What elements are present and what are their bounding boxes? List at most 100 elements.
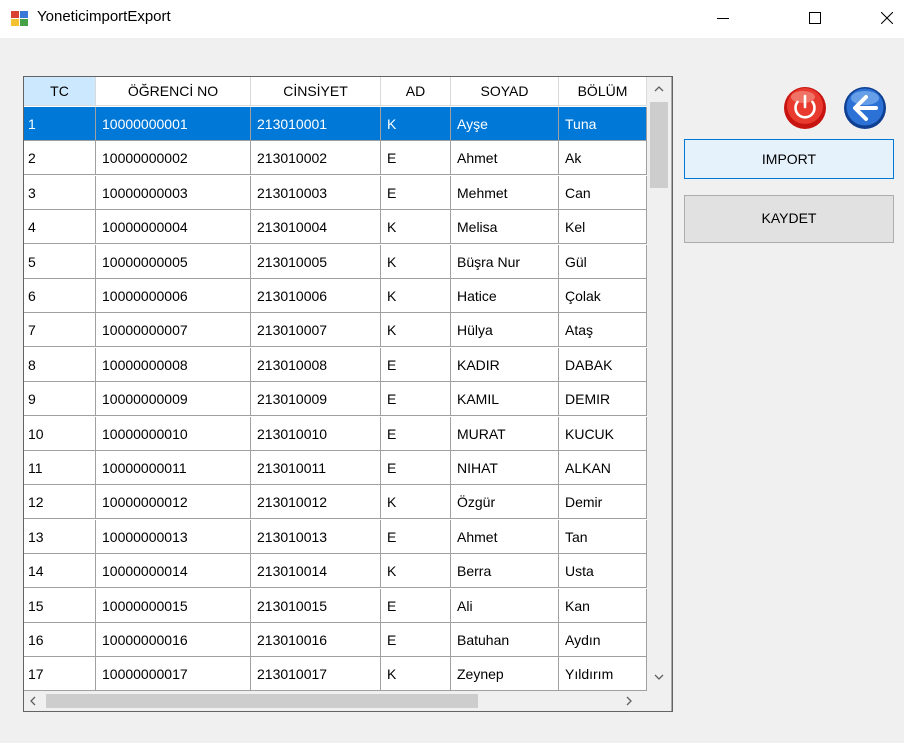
table-cell[interactable]: Usta [559,554,647,589]
table-row[interactable]: 10 10000000010 213010010 E MURAT KUCUK [24,416,647,451]
table-cell[interactable]: Hatice [451,279,559,313]
table-cell[interactable]: E [381,623,451,657]
table-cell[interactable]: K [381,244,451,279]
table-row[interactable]: 8 10000000008 213010008 E KADIR DABAK [24,347,647,382]
table-cell[interactable]: 2 [24,141,96,176]
table-cell[interactable]: Tuna [559,107,647,141]
table-cell[interactable]: 10000000014 [96,554,251,589]
table-cell[interactable]: ALKAN [559,451,647,485]
table-cell[interactable]: NIHAT [451,451,559,485]
table-cell[interactable]: 3 [24,175,96,210]
table-cell[interactable]: Tan [559,519,647,554]
table-cell[interactable]: 10000000008 [96,347,251,382]
table-cell[interactable]: Ataş [559,313,647,348]
table-row[interactable]: 15 10000000015 213010015 E Ali Kan [24,588,647,623]
column-header[interactable]: AD [381,77,451,106]
table-cell[interactable]: K [381,554,451,589]
table-cell[interactable]: 10000000016 [96,623,251,657]
table-cell[interactable]: 10000000010 [96,416,251,451]
table-cell[interactable]: Çolak [559,279,647,313]
table-cell[interactable]: Zeynep [451,657,559,691]
table-cell[interactable]: MURAT [451,416,559,451]
table-cell[interactable]: Ahmet [451,141,559,176]
table-row[interactable]: 12 10000000012 213010012 K Özgür Demir [24,485,647,520]
table-cell[interactable]: K [381,485,451,520]
vertical-scroll-thumb[interactable] [650,102,668,188]
table-cell[interactable]: 10000000003 [96,175,251,210]
table-cell[interactable]: 213010005 [251,244,381,279]
table-cell[interactable]: K [381,279,451,313]
column-header[interactable]: BÖLÜM [559,77,647,106]
table-cell[interactable]: E [381,347,451,382]
data-grid[interactable]: TC ÖĞRENCİ NO CİNSİYET AD SOYAD BÖLÜM 1 100000… [23,76,673,712]
scroll-up-arrow-icon[interactable] [647,79,671,99]
table-cell[interactable]: Aydın [559,623,647,657]
table-cell[interactable]: 12 [24,485,96,520]
table-cell[interactable]: 213010013 [251,519,381,554]
table-cell[interactable]: K [381,107,451,141]
table-row[interactable]: 1 10000000001 213010001 K Ayşe Tuna [24,107,647,141]
table-cell[interactable]: Kel [559,210,647,245]
table-cell[interactable]: Gül [559,244,647,279]
table-cell[interactable]: 6 [24,279,96,313]
table-cell[interactable]: 213010016 [251,623,381,657]
table-cell[interactable]: 10000000017 [96,657,251,691]
table-row[interactable]: 5 10000000005 213010005 K Büşra Nur Gül [24,244,647,279]
table-cell[interactable]: 8 [24,347,96,382]
table-cell[interactable]: 10000000007 [96,313,251,348]
table-row[interactable]: 7 10000000007 213010007 K Hülya Ataş [24,313,647,348]
table-row[interactable]: 14 10000000014 213010014 K Berra Usta [24,554,647,589]
table-cell[interactable]: 213010010 [251,416,381,451]
table-cell[interactable]: 213010017 [251,657,381,691]
table-cell[interactable]: 213010008 [251,347,381,382]
table-cell[interactable]: 10000000001 [96,107,251,141]
table-cell[interactable]: 11 [24,451,96,485]
table-cell[interactable]: DABAK [559,347,647,382]
table-cell[interactable]: E [381,451,451,485]
table-cell[interactable]: 213010015 [251,588,381,623]
table-cell[interactable]: 10000000006 [96,279,251,313]
table-cell[interactable]: Ak [559,141,647,176]
close-button[interactable] [864,0,904,36]
table-cell[interactable]: E [381,175,451,210]
maximize-button[interactable] [792,0,838,36]
table-cell[interactable]: Özgür [451,485,559,520]
table-cell[interactable]: 16 [24,623,96,657]
table-cell[interactable]: 13 [24,519,96,554]
table-cell[interactable]: Kan [559,588,647,623]
table-cell[interactable]: Yıldırım [559,657,647,691]
table-cell[interactable]: Ahmet [451,519,559,554]
table-cell[interactable]: 10000000002 [96,141,251,176]
table-cell[interactable]: Demir [559,485,647,520]
table-cell[interactable]: 5 [24,244,96,279]
table-cell[interactable]: 10000000004 [96,210,251,245]
table-cell[interactable]: Ayşe [451,107,559,141]
grid-rows[interactable]: 1 10000000001 213010001 K Ayşe Tuna 2 100000000… [24,107,647,691]
kaydet-button[interactable]: KAYDET [684,195,894,243]
table-cell[interactable]: 9 [24,382,96,417]
table-cell[interactable]: Melisa [451,210,559,245]
table-cell[interactable]: 213010006 [251,279,381,313]
horizontal-scroll-thumb[interactable] [46,694,478,708]
column-header[interactable]: ÖĞRENCİ NO [96,77,251,106]
table-cell[interactable]: Batuhan [451,623,559,657]
table-cell[interactable]: 10000000013 [96,519,251,554]
table-cell[interactable]: K [381,313,451,348]
table-row[interactable]: 16 10000000016 213010016 E Batuhan Aydın [24,623,647,657]
table-cell[interactable]: 4 [24,210,96,245]
power-button[interactable] [782,85,828,131]
table-cell[interactable]: 213010009 [251,382,381,417]
table-cell[interactable]: KUCUK [559,416,647,451]
table-cell[interactable]: 213010007 [251,313,381,348]
scroll-right-arrow-icon[interactable] [624,691,640,711]
table-cell[interactable]: 10000000015 [96,588,251,623]
table-row[interactable]: 3 10000000003 213010003 E Mehmet Can [24,175,647,210]
table-cell[interactable]: Büşra Nur [451,244,559,279]
scroll-down-arrow-icon[interactable] [647,667,671,687]
table-cell[interactable]: 213010001 [251,107,381,141]
table-cell[interactable]: 10000000011 [96,451,251,485]
table-cell[interactable]: 213010003 [251,175,381,210]
table-row[interactable]: 9 10000000009 213010009 E KAMIL DEMIR [24,382,647,417]
table-row[interactable]: 17 10000000017 213010017 K Zeynep Yıldırım [24,657,647,691]
table-cell[interactable]: 213010012 [251,485,381,520]
